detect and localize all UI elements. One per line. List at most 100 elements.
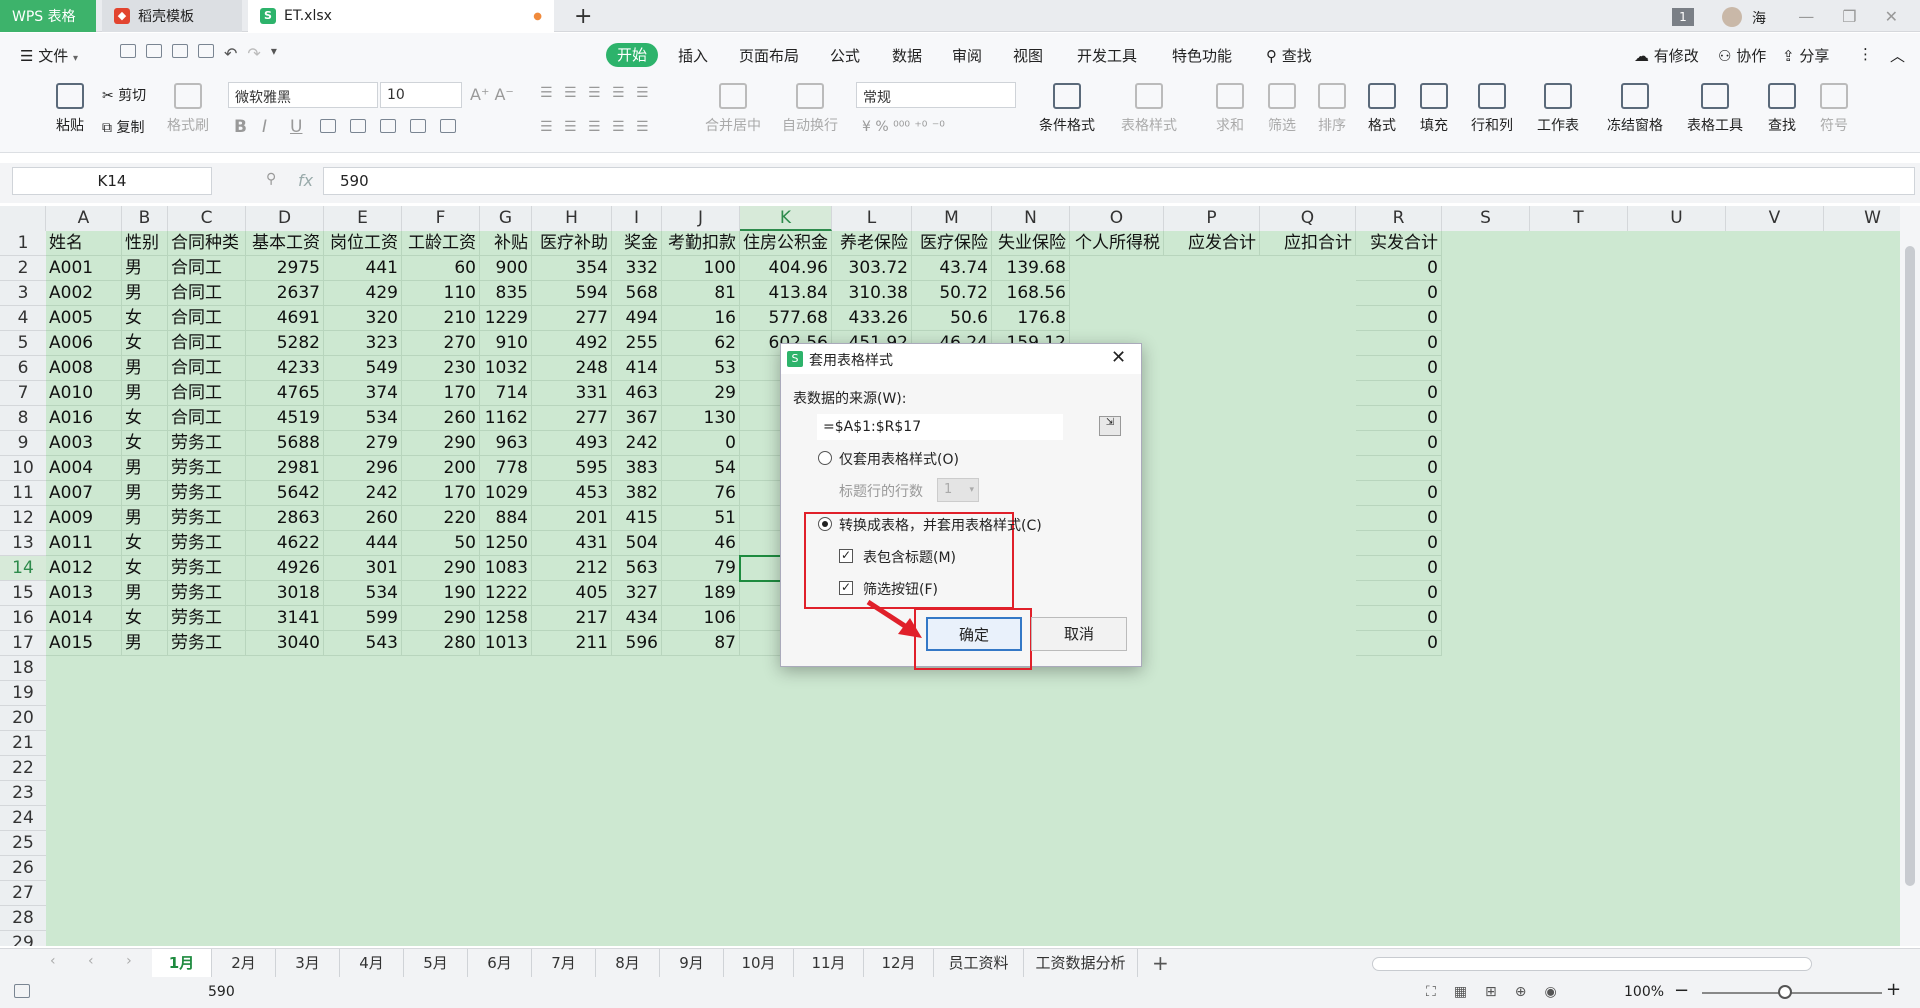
- formula-input[interactable]: 590: [323, 167, 1915, 195]
- cell-E17[interactable]: 543: [324, 631, 402, 656]
- font-family-select[interactable]: 微软雅黑: [228, 82, 378, 108]
- cell-J7[interactable]: 29: [662, 381, 740, 406]
- cell-R10[interactable]: 0: [1356, 456, 1442, 481]
- cell-B9[interactable]: 女: [122, 431, 168, 456]
- cell-F7[interactable]: 170: [402, 381, 480, 406]
- sheet-tab-8月[interactable]: 8月: [596, 949, 660, 977]
- sheet-tab-4月[interactable]: 4月: [340, 949, 404, 977]
- cell-N4[interactable]: 176.8: [992, 306, 1070, 331]
- print-icon[interactable]: [172, 44, 188, 58]
- column-header-D[interactable]: D: [246, 206, 324, 231]
- cell-R14[interactable]: 0: [1356, 556, 1442, 581]
- column-header-U[interactable]: U: [1628, 206, 1726, 231]
- cell-D6[interactable]: 4233: [246, 356, 324, 381]
- normal-view-icon[interactable]: ▦: [1454, 984, 1467, 1000]
- cell-G14[interactable]: 1083: [480, 556, 532, 581]
- cell-I13[interactable]: 504: [612, 531, 662, 556]
- save-icon[interactable]: [120, 44, 136, 58]
- cell-B14[interactable]: 女: [122, 556, 168, 581]
- cell-R13[interactable]: 0: [1356, 531, 1442, 556]
- tab-start[interactable]: 开始: [606, 43, 658, 67]
- cell-R16[interactable]: 0: [1356, 606, 1442, 631]
- cell-E14[interactable]: 301: [324, 556, 402, 581]
- cell-F11[interactable]: 170: [402, 481, 480, 506]
- cell-A5[interactable]: A006: [46, 331, 122, 356]
- sheet-tab-3月[interactable]: 3月: [276, 949, 340, 977]
- cell-J6[interactable]: 53: [662, 356, 740, 381]
- cell-N3[interactable]: 168.56: [992, 281, 1070, 306]
- cell-F3[interactable]: 110: [402, 281, 480, 306]
- cell-F5[interactable]: 270: [402, 331, 480, 356]
- cell-I15[interactable]: 327: [612, 581, 662, 606]
- cell-G8[interactable]: 1162: [480, 406, 532, 431]
- row-header-20[interactable]: 20: [0, 706, 46, 731]
- cell-B6[interactable]: 男: [122, 356, 168, 381]
- column-header-G[interactable]: G: [480, 206, 532, 231]
- cell-E6[interactable]: 549: [324, 356, 402, 381]
- restore-icon[interactable]: ❐: [1842, 7, 1856, 26]
- cell-A8[interactable]: A016: [46, 406, 122, 431]
- cell-J12[interactable]: 51: [662, 506, 740, 531]
- cell-F14[interactable]: 290: [402, 556, 480, 581]
- column-header-Q[interactable]: Q: [1260, 206, 1356, 231]
- cell-I6[interactable]: 414: [612, 356, 662, 381]
- cell-H16[interactable]: 217: [532, 606, 612, 631]
- cell-F12[interactable]: 220: [402, 506, 480, 531]
- row-header-7[interactable]: 7: [0, 381, 46, 406]
- cell-J8[interactable]: 130: [662, 406, 740, 431]
- tab-formula[interactable]: 公式: [830, 45, 860, 66]
- cell-J1[interactable]: 考勤扣款: [662, 231, 740, 256]
- cell-B7[interactable]: 男: [122, 381, 168, 406]
- add-sheet-icon[interactable]: +: [1152, 951, 1169, 975]
- column-header-H[interactable]: H: [532, 206, 612, 231]
- cell-D9[interactable]: 5688: [246, 431, 324, 456]
- cell-P1[interactable]: 应发合计: [1164, 231, 1260, 256]
- cell-R7[interactable]: 0: [1356, 381, 1442, 406]
- cell-H12[interactable]: 201: [532, 506, 612, 531]
- row-header-14[interactable]: 14: [0, 556, 46, 581]
- cell-B16[interactable]: 女: [122, 606, 168, 631]
- row-header-3[interactable]: 3: [0, 281, 46, 306]
- row-header-27[interactable]: 27: [0, 881, 46, 906]
- cell-H1[interactable]: 医疗补助: [532, 231, 612, 256]
- row-header-9[interactable]: 9: [0, 431, 46, 456]
- align-bottom-icon[interactable]: ☰: [588, 85, 612, 101]
- table-tools-button[interactable]: 表格工具: [1680, 83, 1750, 135]
- cell-J3[interactable]: 81: [662, 281, 740, 306]
- tab-docer-templates[interactable]: ◆ 稻壳模板: [102, 0, 242, 32]
- tab-insert[interactable]: 插入: [678, 45, 708, 66]
- cell-F8[interactable]: 260: [402, 406, 480, 431]
- bold-button[interactable]: B: [234, 117, 247, 137]
- sheet-tab-工资数据分析[interactable]: 工资数据分析: [1024, 949, 1138, 977]
- cell-B3[interactable]: 男: [122, 281, 168, 306]
- cell-A7[interactable]: A010: [46, 381, 122, 406]
- cell-I11[interactable]: 382: [612, 481, 662, 506]
- cell-A4[interactable]: A005: [46, 306, 122, 331]
- cell-E15[interactable]: 534: [324, 581, 402, 606]
- cell-E13[interactable]: 444: [324, 531, 402, 556]
- cell-A16[interactable]: A014: [46, 606, 122, 631]
- column-header-O[interactable]: O: [1070, 206, 1164, 231]
- column-header-F[interactable]: F: [402, 206, 480, 231]
- cell-D12[interactable]: 2863: [246, 506, 324, 531]
- cell-F4[interactable]: 210: [402, 306, 480, 331]
- cell-E12[interactable]: 260: [324, 506, 402, 531]
- scroll-thumb[interactable]: [1905, 246, 1915, 886]
- cell-J15[interactable]: 189: [662, 581, 740, 606]
- cell-F16[interactable]: 290: [402, 606, 480, 631]
- column-header-T[interactable]: T: [1530, 206, 1628, 231]
- cell-D4[interactable]: 4691: [246, 306, 324, 331]
- cell-C8[interactable]: 合同工: [168, 406, 246, 431]
- cell-C4[interactable]: 合同工: [168, 306, 246, 331]
- cell-D5[interactable]: 5282: [246, 331, 324, 356]
- cell-H6[interactable]: 248: [532, 356, 612, 381]
- cell-C16[interactable]: 劳务工: [168, 606, 246, 631]
- font-color-icon[interactable]: [410, 119, 426, 133]
- ok-button[interactable]: 确定: [926, 617, 1022, 651]
- cell-D7[interactable]: 4765: [246, 381, 324, 406]
- cell-R11[interactable]: 0: [1356, 481, 1442, 506]
- cell-B12[interactable]: 男: [122, 506, 168, 531]
- cell-H9[interactable]: 493: [532, 431, 612, 456]
- cell-J5[interactable]: 62: [662, 331, 740, 356]
- wrap-text-button[interactable]: 自动换行: [778, 83, 842, 135]
